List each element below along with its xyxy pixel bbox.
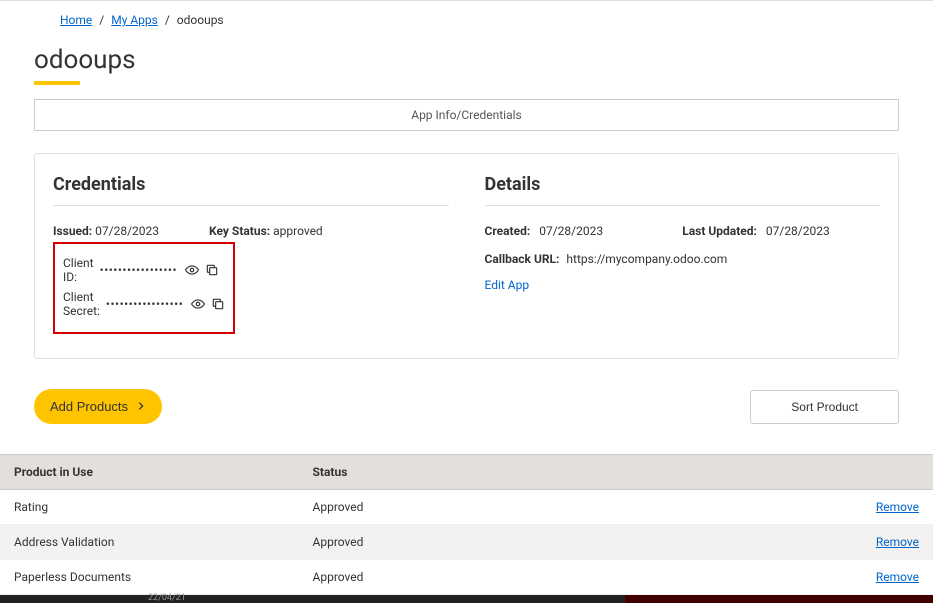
- details-section: Details Created: 07/28/2023 Last Updated…: [485, 174, 881, 334]
- actions-row: Add Products Sort Product: [34, 389, 899, 424]
- credentials-highlight-box: Client ID: ••••••••••••••••• Client Secr…: [53, 242, 235, 334]
- breadcrumb-sep: /: [165, 13, 170, 27]
- eye-icon: [191, 297, 205, 311]
- remove-link[interactable]: Remove: [876, 570, 919, 584]
- client-secret-row: Client Secret: •••••••••••••••••: [63, 290, 225, 318]
- key-status-value: approved: [273, 224, 323, 238]
- credentials-title: Credentials: [53, 174, 449, 206]
- footer-bar: [0, 595, 625, 603]
- breadcrumb-myapps[interactable]: My Apps: [111, 13, 158, 27]
- callback-value: https://mycompany.odoo.com: [566, 252, 727, 266]
- breadcrumb-home[interactable]: Home: [60, 13, 92, 27]
- add-products-label: Add Products: [50, 399, 128, 414]
- client-secret-label: Client Secret:: [63, 290, 100, 318]
- footer-date: 22/04/21: [148, 593, 208, 603]
- details-title: Details: [485, 174, 881, 206]
- col-action-header: [812, 455, 933, 490]
- products-table: Product in Use Status Rating Approved Re…: [0, 454, 933, 595]
- eye-icon: [185, 263, 199, 277]
- product-cell: Rating: [0, 490, 299, 525]
- copy-icon: [205, 263, 219, 277]
- status-cell: Approved: [299, 490, 812, 525]
- created-value: 07/28/2023: [539, 224, 603, 238]
- product-cell: Paperless Documents: [0, 560, 299, 595]
- reveal-client-secret-icon[interactable]: [191, 297, 205, 311]
- product-cell: Address Validation: [0, 525, 299, 560]
- callback-row: Callback URL: https://mycompany.odoo.com: [485, 252, 881, 266]
- page-title: odooups: [34, 45, 913, 81]
- client-id-label: Client ID:: [63, 256, 94, 284]
- status-cell: Approved: [299, 560, 812, 595]
- title-underline: [34, 81, 80, 85]
- remove-link[interactable]: Remove: [876, 500, 919, 514]
- client-secret-value: •••••••••••••••••: [106, 297, 183, 311]
- copy-client-secret-icon[interactable]: [211, 297, 225, 311]
- breadcrumb: Home / My Apps / odooups: [20, 1, 913, 35]
- breadcrumb-current: odooups: [177, 13, 224, 27]
- details-dates: Created: 07/28/2023 Last Updated: 07/28/…: [485, 224, 881, 238]
- client-id-row: Client ID: •••••••••••••••••: [63, 256, 225, 284]
- credentials-section: Credentials Issued: 07/28/2023 Key Statu…: [53, 174, 449, 334]
- callback-label: Callback URL:: [485, 252, 560, 266]
- app-details-card: Credentials Issued: 07/28/2023 Key Statu…: [34, 153, 899, 359]
- updated-label: Last Updated:: [682, 224, 757, 238]
- credentials-meta: Issued: 07/28/2023 Key Status: approved: [53, 224, 449, 238]
- issued-value: 07/28/2023: [95, 224, 159, 238]
- col-status-header: Status: [299, 455, 812, 490]
- reveal-client-id-icon[interactable]: [185, 263, 199, 277]
- footer-bar-dark: [625, 595, 933, 603]
- table-row: Address Validation Approved Remove: [0, 525, 933, 560]
- app-info-bar[interactable]: App Info/Credentials: [34, 99, 899, 131]
- col-product-header: Product in Use: [0, 455, 299, 490]
- updated-value: 07/28/2023: [766, 224, 830, 238]
- issued-label: Issued:: [53, 224, 92, 238]
- table-row: Rating Approved Remove: [0, 490, 933, 525]
- client-id-value: •••••••••••••••••: [100, 263, 177, 277]
- chevron-right-icon: [136, 399, 146, 414]
- add-products-button[interactable]: Add Products: [34, 389, 162, 424]
- remove-link[interactable]: Remove: [876, 535, 919, 549]
- sort-product-button[interactable]: Sort Product: [750, 390, 899, 424]
- edit-app-link[interactable]: Edit App: [485, 278, 881, 292]
- copy-client-id-icon[interactable]: [205, 263, 219, 277]
- table-row: Paperless Documents Approved Remove: [0, 560, 933, 595]
- key-status-label: Key Status:: [209, 224, 270, 238]
- created-label: Created:: [485, 224, 531, 238]
- status-cell: Approved: [299, 525, 812, 560]
- copy-icon: [211, 297, 225, 311]
- breadcrumb-sep: /: [99, 13, 104, 27]
